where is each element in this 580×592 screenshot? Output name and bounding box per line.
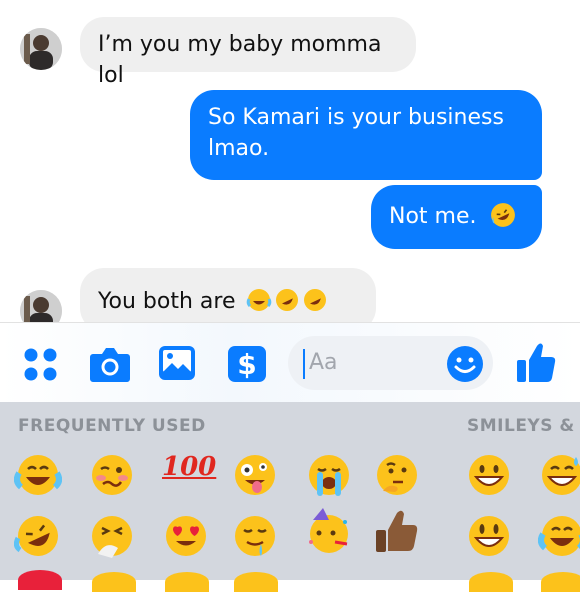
hundred-points-emoji[interactable]: 100 [162, 452, 216, 482]
message-incoming[interactable]: You both are [80, 268, 376, 322]
section-frequently-used[interactable]: FREQUENTLY USED [18, 416, 206, 436]
message-text: You both are [98, 289, 236, 314]
camera-icon[interactable] [89, 345, 131, 387]
rofl-emoji [490, 202, 516, 228]
message-outgoing[interactable]: So Kamari is your business lmao. [190, 90, 542, 180]
woozy-face-emoji[interactable] [88, 451, 136, 499]
heart-eyes-emoji[interactable] [162, 512, 210, 560]
loudly-crying-face-emoji[interactable] [305, 451, 353, 499]
thumbs-up-dark-emoji[interactable] [373, 508, 421, 556]
conversation: I’m you my baby momma lol So Kamari is y… [0, 0, 580, 322]
text-cursor [303, 349, 305, 379]
grinning-face-with-sweat-emoji[interactable] [538, 451, 580, 499]
partying-face-emoji[interactable] [305, 508, 353, 556]
message-text: So Kamari is your business lmao. [208, 105, 504, 161]
message-outgoing[interactable]: Not me. [371, 185, 542, 249]
sneezing-face-emoji[interactable] [88, 512, 136, 560]
smiley-icon[interactable] [446, 345, 484, 387]
message-incoming[interactable]: I’m you my baby momma lol [80, 17, 416, 88]
thumbs-up-icon[interactable] [515, 340, 557, 388]
face-with-tears-of-joy-emoji[interactable] [14, 451, 62, 499]
emoji-partial[interactable] [469, 572, 513, 592]
drooling-face-emoji[interactable] [231, 512, 279, 560]
emoji-partial[interactable] [541, 572, 580, 592]
face-with-tears-of-joy-emoji[interactable] [538, 512, 580, 560]
laughing-emojis [246, 287, 330, 322]
rolling-on-floor-laughing-emoji[interactable] [14, 512, 62, 560]
heart-emoji-partial[interactable] [18, 570, 62, 590]
photo-icon[interactable] [158, 345, 196, 385]
thinking-face-emoji[interactable] [373, 451, 421, 499]
apps-icon[interactable] [23, 347, 59, 387]
emoji-partial[interactable] [234, 572, 278, 592]
zany-face-emoji[interactable] [231, 451, 279, 499]
message-input-placeholder: Aa [309, 350, 338, 375]
grinning-face-big-eyes-emoji[interactable] [465, 512, 513, 560]
contact-avatar[interactable] [20, 290, 62, 322]
emoji-partial[interactable] [92, 572, 136, 592]
message-text: Not me. [389, 204, 477, 229]
message-text: I’m you my baby momma lol [98, 32, 382, 88]
emoji-partial[interactable] [165, 572, 209, 592]
contact-avatar[interactable] [20, 28, 62, 70]
svg-text:$: $ [237, 348, 256, 381]
grinning-face-emoji[interactable] [465, 451, 513, 499]
payment-icon[interactable]: $ [227, 345, 267, 387]
section-smileys[interactable]: SMILEYS & P [467, 416, 580, 436]
